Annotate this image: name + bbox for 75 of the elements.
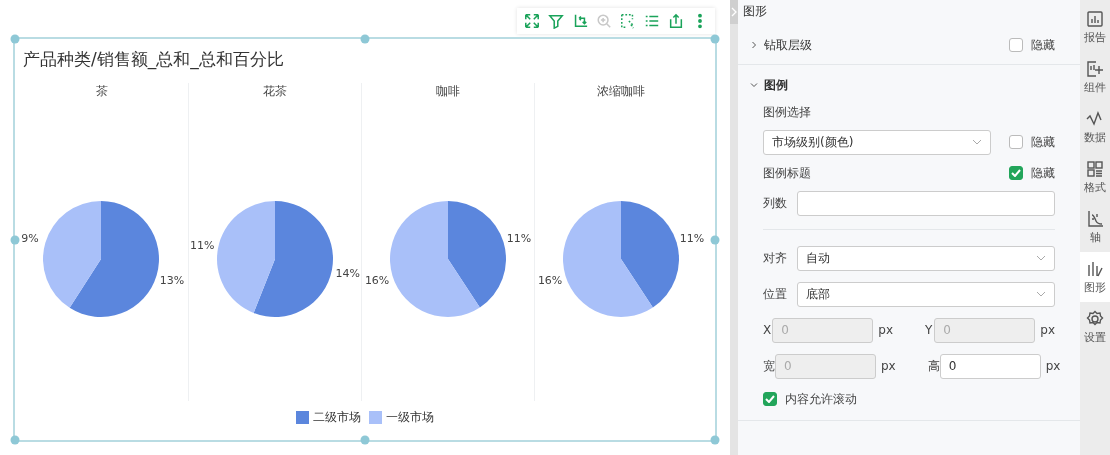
panel-title: 图形 <box>742 3 768 20</box>
data-label: 11% <box>679 231 704 245</box>
field-label: 图例选择 <box>763 103 811 121</box>
field-label: 列数 <box>763 194 787 212</box>
resize-handle[interactable] <box>10 34 20 44</box>
axis-icon <box>1086 209 1104 228</box>
chart-icon <box>1086 259 1104 278</box>
chart-title: 产品种类/销售额_总和_总和百分比 <box>22 48 285 69</box>
chevron-right-icon <box>750 41 758 49</box>
format-icon <box>1086 159 1104 178</box>
sidebar-tab[interactable]: 数据 <box>1080 102 1110 152</box>
dropdown[interactable]: 底部 <box>797 281 1055 307</box>
unit-label: px <box>878 323 893 337</box>
hide-checkbox[interactable]: 隐藏 <box>1009 36 1055 54</box>
resize-handle[interactable] <box>10 235 20 244</box>
unit-label: px <box>1045 359 1061 373</box>
sidebar-tab[interactable]: 图形 <box>1080 252 1110 302</box>
resize-handle[interactable] <box>360 435 370 445</box>
check-icon <box>765 395 775 403</box>
data-label: 13% <box>159 273 185 287</box>
data-icon <box>1086 109 1104 128</box>
data-label: 16% <box>364 274 389 288</box>
filter-icon[interactable] <box>547 12 565 30</box>
sidebar-tab[interactable]: 组件 <box>1080 52 1110 102</box>
unit-label: px <box>881 359 896 373</box>
pie-title: 咖啡 <box>436 83 460 100</box>
data-label: 9% <box>21 232 39 246</box>
hide-checkbox[interactable]: 隐藏 <box>1009 164 1055 182</box>
data-label: 11% <box>506 231 531 245</box>
resize-handle[interactable] <box>710 435 720 445</box>
field-label: 位置 <box>763 285 787 303</box>
legend-item: 一级市场 <box>369 409 434 426</box>
scroll-checkbox[interactable]: 内容允许滚动 <box>763 390 857 408</box>
field-label: 宽 <box>763 357 775 375</box>
resize-handle[interactable] <box>710 235 720 244</box>
caret-icon <box>972 139 982 145</box>
sidebar-tab[interactable]: 轴 <box>1080 202 1110 252</box>
pie-title: 花茶 <box>263 83 287 100</box>
pie-title: 浓缩咖啡 <box>597 83 645 100</box>
sidebar-tab[interactable]: 设置 <box>1080 302 1110 352</box>
field-label: 高 <box>927 357 940 375</box>
resize-handle[interactable] <box>710 34 720 44</box>
section-header[interactable]: 图例 <box>750 76 1055 94</box>
check-icon <box>1011 169 1021 177</box>
dropdown[interactable]: 自动 <box>797 245 1055 271</box>
legend-item: 二级市场 <box>296 409 361 426</box>
data-label: 11% <box>189 239 215 253</box>
sidebar-tab[interactable]: 格式 <box>1080 152 1110 202</box>
number-field[interactable]: 0 <box>939 353 1041 379</box>
caret-icon <box>1036 291 1046 297</box>
collapse-button[interactable] <box>730 0 738 24</box>
expand-icon[interactable] <box>523 12 541 30</box>
section-header[interactable]: 钻取层级 <box>750 36 1009 54</box>
field-label: X <box>763 323 773 337</box>
resize-handle[interactable] <box>360 34 370 44</box>
settings-icon <box>1086 309 1104 328</box>
component-icon <box>1086 59 1104 78</box>
select-icon[interactable] <box>619 12 637 30</box>
data-label: 16% <box>537 274 562 288</box>
resize-handle[interactable] <box>10 435 20 445</box>
pie-title: 茶 <box>95 83 108 100</box>
field-label: 对齐 <box>763 249 787 267</box>
data-label: 14% <box>334 266 360 280</box>
caret-icon <box>1036 255 1046 261</box>
unit-label: px <box>1040 323 1055 337</box>
field-label: Y <box>925 323 934 337</box>
columns-field[interactable] <box>797 190 1055 216</box>
chevron-right-icon <box>731 7 737 17</box>
legend-select[interactable]: 市场级别(颜色) <box>763 129 991 155</box>
hide-checkbox[interactable]: 隐藏 <box>1009 133 1055 151</box>
field-label: 图例标题 <box>763 164 811 182</box>
report-icon <box>1086 9 1104 28</box>
chevron-down-icon <box>750 81 758 89</box>
sidebar-tab[interactable]: 报告 <box>1080 2 1110 52</box>
export-icon[interactable] <box>667 12 685 30</box>
